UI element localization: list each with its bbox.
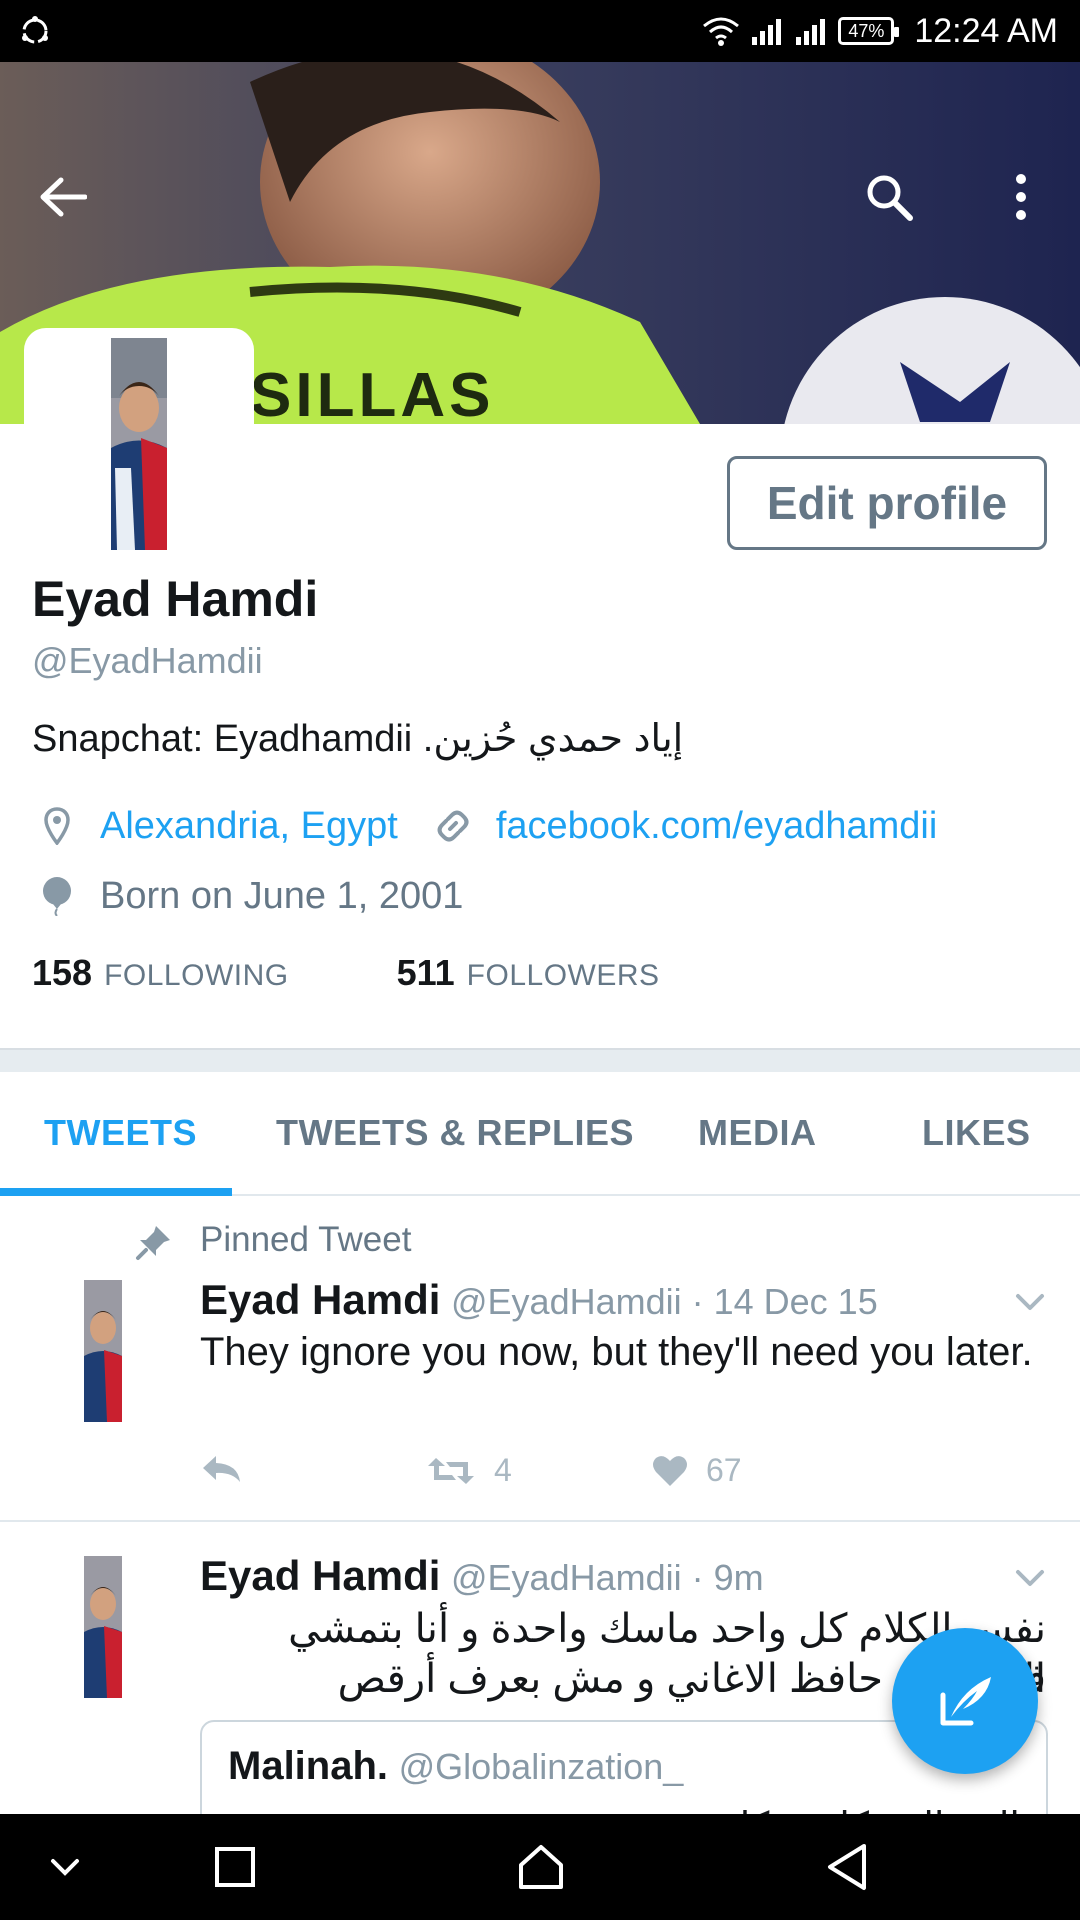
like-count: 67 [706, 1452, 742, 1488]
tweet-header: Eyad Hamdi @EyadHamdii · 14 Dec 15 [200, 1276, 878, 1324]
reply-icon [203, 1456, 240, 1482]
tab-likes[interactable]: LIKES [922, 1112, 1031, 1154]
pinned-tweet-label: Pinned Tweet [200, 1220, 412, 1259]
chevron-down-icon[interactable] [1010, 1282, 1050, 1322]
tweet-meta: @EyadHamdii · 14 Dec 15 [450, 1281, 878, 1322]
signal-icon [752, 19, 782, 45]
clock: 12:24 AM [914, 11, 1058, 50]
following-label[interactable]: FOLLOWING [104, 959, 289, 993]
retweet-icon [428, 1457, 474, 1484]
tab-tweets[interactable]: TWEETS [44, 1112, 197, 1154]
tab-tweets-replies[interactable]: TWEETS & REPLIES [276, 1112, 634, 1154]
section-divider [0, 1048, 1080, 1072]
more-vertical-icon [1016, 174, 1026, 220]
birthday-text: Born on June 1, 2001 [100, 874, 464, 917]
avatar[interactable] [84, 1280, 122, 1422]
location-link[interactable]: Alexandria, Egypt [100, 805, 398, 848]
tweet-text: They ignore you now, but they'll need yo… [200, 1330, 1033, 1374]
follow-counts: 158 FOLLOWING 511 FOLLOWERS [32, 952, 660, 994]
profile-meta: Alexandria, Egypt facebook.com/eyadhamdi… [32, 800, 937, 852]
more-options-button[interactable] [986, 162, 1056, 232]
retweet-count: 4 [494, 1452, 512, 1488]
chevron-down-icon [51, 1859, 79, 1876]
search-button[interactable] [854, 162, 924, 232]
link-icon [428, 801, 478, 851]
followers-count[interactable]: 511 [397, 952, 455, 994]
heart-icon [653, 1455, 687, 1486]
profile-name: Eyad Hamdi [32, 571, 319, 627]
followers-label[interactable]: FOLLOWERS [467, 959, 660, 993]
twitter-profile-screen: 47% 12:24 AM SILLAS Edit profile Eyad Ha… [0, 0, 1080, 1920]
following-count[interactable]: 158 [32, 952, 92, 994]
wifi-icon [703, 17, 740, 46]
like-button[interactable]: 67 [652, 1452, 742, 1489]
profile-handle: @EyadHamdii [32, 640, 263, 681]
search-icon [867, 175, 913, 221]
profile-bio: Snapchat: Eyadhamdii .إياد حمدي حُزين [32, 718, 684, 760]
nav-back-button[interactable] [812, 1832, 882, 1902]
tweet-actions: 4 67 [200, 1452, 800, 1502]
battery-icon: 47% [838, 17, 900, 45]
avatar[interactable] [84, 1556, 122, 1698]
chevron-down-icon[interactable] [1010, 1558, 1050, 1598]
compose-tweet-icon [940, 1677, 991, 1726]
sync-icon [22, 16, 48, 44]
location-pin-icon [32, 801, 82, 851]
pin-icon [136, 1226, 170, 1260]
profile-tabs: TWEETS TWEETS & REPLIES MEDIA LIKES [0, 1072, 1080, 1196]
back-arrow-icon [40, 177, 87, 217]
banner-text: SILLAS [250, 361, 495, 424]
retweet-button[interactable]: 4 [426, 1452, 512, 1489]
hide-keyboard-button[interactable] [30, 1832, 100, 1902]
quoted-author-handle: @Globalinzation_ [398, 1746, 684, 1787]
status-bar: 47% 12:24 AM [0, 0, 1080, 62]
home-button[interactable] [506, 1832, 576, 1902]
tweet-meta: @EyadHamdii · 9m [450, 1557, 764, 1598]
tweet-author-name[interactable]: Eyad Hamdi [200, 1552, 440, 1599]
recents-button[interactable] [200, 1832, 270, 1902]
reply-button[interactable] [200, 1452, 242, 1486]
back-button[interactable] [28, 162, 98, 232]
profile-avatar[interactable] [24, 328, 254, 558]
quoted-tweet-header: Malinah. @Globalinzation_ [228, 1744, 683, 1789]
home-icon [519, 1845, 563, 1889]
compose-tweet-button[interactable] [892, 1628, 1038, 1774]
avatar [111, 338, 167, 550]
tweet-divider [0, 1520, 1080, 1522]
edit-profile-button[interactable]: Edit profile [727, 456, 1047, 550]
active-tab-indicator [0, 1188, 232, 1196]
recents-icon [215, 1847, 255, 1887]
system-nav-bar [0, 1814, 1080, 1920]
back-triangle-icon [828, 1844, 866, 1890]
quoted-author-name: Malinah. [228, 1744, 389, 1788]
balloon-icon [32, 871, 82, 921]
tab-media[interactable]: MEDIA [698, 1112, 817, 1154]
tweet-author-name[interactable]: Eyad Hamdi [200, 1276, 440, 1323]
birthday-row: Born on June 1, 2001 [32, 870, 463, 922]
signal-icon [796, 19, 826, 45]
tweet-header: Eyad Hamdi @EyadHamdii · 9m [200, 1552, 764, 1600]
website-link[interactable]: facebook.com/eyadhamdii [496, 805, 937, 848]
